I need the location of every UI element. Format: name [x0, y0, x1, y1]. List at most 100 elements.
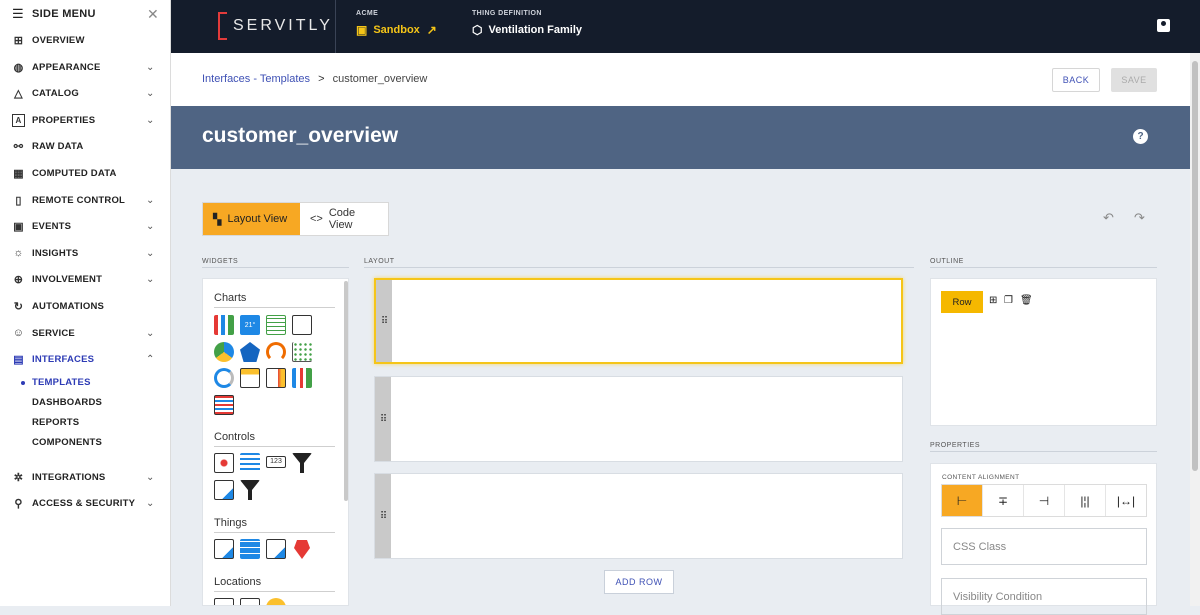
- layout-view-button[interactable]: ▚ Layout View: [203, 203, 300, 235]
- logo[interactable]: SERVITLY: [218, 12, 333, 40]
- sidebar-item-appearance[interactable]: ◍ APPEARANCE ⌄: [0, 54, 171, 80]
- page-scrollbar[interactable]: [1190, 53, 1200, 606]
- bar-chart-widget-icon[interactable]: [214, 315, 234, 335]
- external-link-icon[interactable]: ↗: [427, 23, 437, 37]
- histogram-widget-icon[interactable]: [292, 368, 312, 388]
- side-menu: ☰ SIDE MENU ✕ ⊞ OVERVIEW ◍ APPEARANCE ⌄ …: [0, 0, 171, 606]
- filter-widget-icon[interactable]: [292, 453, 312, 473]
- tenant-selector[interactable]: ACME ▣ Sandbox ↗: [356, 10, 443, 37]
- sidebar-item-involvement[interactable]: ⊕ INVOLVEMENT ⌄: [0, 266, 171, 292]
- table-widget-icon[interactable]: [266, 315, 286, 335]
- drag-handle-icon[interactable]: ⠿: [376, 280, 392, 362]
- radar-chart-widget-icon[interactable]: [240, 342, 260, 362]
- sidebar-item-integrations[interactable]: ✲ INTEGRATIONS ⌄: [0, 464, 171, 490]
- nodes-icon: ⚯: [13, 140, 24, 153]
- page-scrollbar-thumb[interactable]: [1192, 61, 1198, 471]
- sidebar-item-remote-control[interactable]: ▯ REMOTE CONTROL ⌄: [0, 187, 171, 213]
- sidebar-item-service[interactable]: ☺ SERVICE ⌄: [0, 320, 171, 346]
- thing-definition-selector[interactable]: THING DEFINITION ⬡ Ventilation Family: [472, 10, 582, 37]
- sidebar-item-events[interactable]: ▣ EVENTS ⌄: [0, 213, 171, 239]
- css-class-input[interactable]: CSS Class: [941, 528, 1147, 565]
- align-center-icon[interactable]: ∓: [983, 485, 1024, 516]
- space-between-icon[interactable]: |↔|: [1106, 485, 1146, 516]
- align-end-icon[interactable]: ⊣: [1024, 485, 1065, 516]
- thing-card-widget-icon[interactable]: [266, 539, 286, 559]
- drag-handle-icon[interactable]: ⠿: [375, 474, 391, 558]
- monitor-icon: ▣: [356, 23, 368, 37]
- visibility-condition-input[interactable]: Visibility Condition: [941, 578, 1147, 615]
- add-icon[interactable]: ⊞: [989, 295, 999, 306]
- sidebar-item-overview[interactable]: ⊞ OVERVIEW: [0, 27, 171, 53]
- sidebar-subitem-reports[interactable]: REPORTS: [32, 417, 79, 428]
- widgets-scrollbar[interactable]: [344, 281, 348, 501]
- pie-chart-widget-icon[interactable]: [214, 342, 234, 362]
- weather-widget-icon[interactable]: [266, 598, 286, 605]
- close-icon[interactable]: ✕: [147, 6, 159, 23]
- sidebar-item-interfaces[interactable]: ▤ INTERFACES ⌃: [0, 346, 171, 372]
- value-widget-icon[interactable]: 21°: [240, 315, 260, 335]
- slider-widget-icon[interactable]: [240, 453, 260, 473]
- code-view-button[interactable]: <> Code View: [300, 203, 388, 235]
- drag-handle-icon[interactable]: ⠿: [375, 377, 391, 461]
- sidebar-item-access-security[interactable]: ⚲ ACCESS & SECURITY ⌄: [0, 490, 171, 516]
- logo-text: SERVITLY: [233, 17, 333, 34]
- user-account-icon[interactable]: [1157, 19, 1170, 32]
- widget-group-divider: [214, 532, 335, 533]
- button-widget-icon[interactable]: [214, 453, 234, 473]
- side-menu-header: ☰ SIDE MENU ✕: [0, 0, 170, 27]
- outline-divider: [930, 267, 1157, 268]
- breadcrumb-parent-link[interactable]: Interfaces - Templates: [202, 73, 310, 85]
- space-around-icon[interactable]: |¦|: [1065, 485, 1106, 516]
- gauge-widget-icon[interactable]: [266, 342, 286, 362]
- form-widget-icon[interactable]: [214, 480, 234, 500]
- breadcrumb-bar: Interfaces - Templates > customer_overvi…: [171, 53, 1200, 106]
- undo-icon[interactable]: ↶: [1103, 210, 1114, 226]
- redo-icon[interactable]: ↷: [1134, 210, 1145, 226]
- heatmap-widget-icon[interactable]: [214, 395, 234, 415]
- help-icon[interactable]: ?: [1133, 129, 1148, 144]
- sidebar-subitem-templates[interactable]: TEMPLATES: [21, 377, 91, 388]
- sidebar-item-label: OVERVIEW: [32, 34, 85, 46]
- back-button[interactable]: BACK: [1052, 68, 1100, 92]
- widgets-section-label: WIDGETS: [202, 258, 239, 265]
- layout-row[interactable]: ⠿: [374, 473, 903, 559]
- sidebar-item-insights[interactable]: ☼ INSIGHTS ⌄: [0, 240, 171, 266]
- sidebar-item-catalog[interactable]: △ CATALOG ⌄: [0, 80, 171, 106]
- align-start-icon[interactable]: ⊢: [942, 485, 983, 516]
- thing-details-widget-icon[interactable]: [214, 539, 234, 559]
- sidebar-item-automations[interactable]: ↻ AUTOMATIONS: [0, 293, 171, 319]
- delete-icon[interactable]: 🗑: [1020, 295, 1033, 306]
- outline-row-item[interactable]: Row: [941, 291, 983, 313]
- report-widget-icon[interactable]: [266, 368, 286, 388]
- save-button[interactable]: SAVE: [1111, 68, 1157, 92]
- donut-chart-widget-icon[interactable]: [214, 368, 234, 388]
- layout-view-label: Layout View: [227, 213, 288, 225]
- number-input-widget-icon[interactable]: 123: [266, 456, 286, 468]
- event-list-widget-icon[interactable]: [292, 315, 312, 335]
- location-details-widget-icon[interactable]: [240, 598, 260, 605]
- content-alignment-label: CONTENT ALIGNMENT: [942, 474, 1020, 481]
- grid-icon: ⊞: [13, 34, 24, 47]
- copy-icon[interactable]: ❐: [1004, 295, 1014, 306]
- map-pin-widget-icon[interactable]: [294, 540, 310, 559]
- sidebar-item-computed-data[interactable]: ▦ COMPUTED DATA: [0, 160, 171, 186]
- menu-icon[interactable]: ☰: [12, 6, 24, 22]
- thing-list-widget-icon[interactable]: [240, 539, 260, 559]
- chevron-down-icon: ⌄: [146, 220, 155, 232]
- layout-row[interactable]: ⠿: [374, 278, 903, 364]
- sidebar-item-raw-data[interactable]: ⚯ RAW DATA: [0, 133, 171, 159]
- sidebar-subitem-dashboards[interactable]: DASHBOARDS: [32, 397, 102, 408]
- chevron-up-icon: ⌃: [146, 353, 155, 365]
- sidebar-item-label: PROPERTIES: [32, 114, 96, 126]
- advanced-filter-widget-icon[interactable]: [240, 480, 260, 500]
- add-row-button[interactable]: ADD ROW: [604, 570, 674, 594]
- widgets-panel: Charts 21° Controls 123 Things Locations: [202, 278, 349, 606]
- scatter-chart-widget-icon[interactable]: [292, 342, 312, 362]
- timeline-widget-icon[interactable]: [240, 368, 260, 388]
- layout-row[interactable]: ⠿: [374, 376, 903, 462]
- sidebar-subitem-components[interactable]: COMPONENTS: [32, 437, 102, 448]
- sidebar-item-properties[interactable]: A PROPERTIES ⌄: [0, 107, 171, 133]
- location-list-widget-icon[interactable]: [214, 598, 234, 605]
- property-icon: A: [12, 113, 25, 127]
- content-alignment-group: ⊢ ∓ ⊣ |¦| |↔|: [941, 484, 1147, 517]
